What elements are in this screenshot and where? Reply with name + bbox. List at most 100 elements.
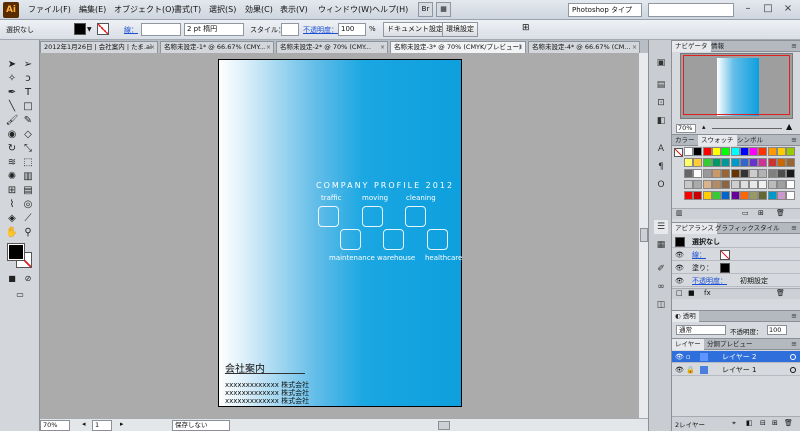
swatch[interactable] bbox=[758, 180, 768, 189]
status-select[interactable]: 保存しない bbox=[172, 420, 230, 431]
tab-graphic-styles[interactable]: グラフィックスタイル bbox=[712, 223, 783, 234]
navigator-panel-icon[interactable]: ▣ bbox=[654, 56, 668, 70]
appearance-stroke-swatch[interactable] bbox=[720, 250, 730, 260]
rotate-tool-icon[interactable]: ↻ bbox=[4, 142, 20, 156]
service-box[interactable] bbox=[340, 229, 361, 250]
swatch-none[interactable] bbox=[674, 148, 683, 157]
swatch[interactable] bbox=[702, 180, 712, 189]
stroke-label[interactable]: 線： bbox=[124, 25, 138, 35]
zoom-out-icon[interactable]: ▴ bbox=[702, 123, 706, 131]
fill-color[interactable] bbox=[74, 23, 86, 35]
swatch[interactable] bbox=[684, 191, 693, 200]
swatch[interactable] bbox=[786, 158, 796, 167]
opentype-panel-icon[interactable]: O bbox=[654, 178, 668, 192]
blend-mode-select[interactable]: 通常 bbox=[676, 325, 726, 335]
color-mode-icon[interactable]: ■ bbox=[4, 272, 20, 286]
layer-target-icon[interactable] bbox=[790, 354, 796, 360]
transparency-opacity-input[interactable]: 100 bbox=[767, 325, 787, 335]
swatch[interactable] bbox=[767, 147, 777, 156]
swatch[interactable] bbox=[702, 169, 712, 178]
swatch[interactable] bbox=[777, 180, 786, 189]
direct-selection-tool-icon[interactable]: ➢ bbox=[20, 58, 36, 72]
tab-document-1[interactable]: 2012年1月26日 | 会社案内 | たま.ai × bbox=[40, 41, 158, 53]
chevron-down-icon[interactable]: ▼ bbox=[87, 26, 92, 33]
close-button[interactable]: × bbox=[778, 1, 798, 17]
swatch[interactable] bbox=[711, 169, 721, 178]
swatch[interactable] bbox=[721, 158, 731, 167]
tab-separations-preview[interactable]: 分銅プレビュー bbox=[704, 339, 756, 350]
menu-effect[interactable]: 効果(C) bbox=[245, 4, 273, 15]
service-label-warehouse[interactable]: warehouse bbox=[377, 254, 415, 262]
panel-menu-icon[interactable]: ≡ bbox=[791, 223, 797, 234]
tab-symbols[interactable]: シンボル bbox=[734, 135, 766, 146]
eraser-tool-icon[interactable]: ◇ bbox=[20, 128, 36, 142]
swatch[interactable] bbox=[777, 147, 786, 156]
horizontal-scroll-thumb[interactable] bbox=[438, 421, 450, 430]
swatch[interactable] bbox=[739, 147, 749, 156]
swatch[interactable] bbox=[739, 180, 749, 189]
company-line[interactable]: xxxxxxxxxxxxx 株式会社 bbox=[225, 396, 309, 406]
swatch[interactable] bbox=[711, 180, 721, 189]
opacity-label[interactable]: 不透明度： bbox=[303, 25, 338, 35]
workspace-switcher[interactable]: Photoshop タイプ bbox=[568, 3, 642, 17]
lasso-tool-icon[interactable]: ↄ bbox=[20, 72, 36, 86]
swatch[interactable] bbox=[749, 147, 759, 156]
close-icon[interactable]: × bbox=[632, 42, 637, 53]
swatch[interactable] bbox=[730, 191, 740, 200]
vertical-scrollbar[interactable] bbox=[638, 53, 648, 418]
tab-color[interactable]: カラー bbox=[672, 135, 698, 146]
layer-target-icon[interactable] bbox=[790, 367, 796, 373]
swatch[interactable] bbox=[749, 180, 759, 189]
swatch[interactable] bbox=[702, 147, 712, 156]
lock-toggle-icon[interactable]: ▫ bbox=[686, 351, 691, 363]
tab-document-4[interactable]: 名称未設定-3* @ 70% (CMYK/プレビュー) × bbox=[390, 41, 526, 53]
swatch[interactable] bbox=[730, 147, 740, 156]
brushes-panel-icon[interactable]: ✐ bbox=[654, 262, 668, 276]
swatch[interactable] bbox=[684, 147, 693, 156]
eye-icon[interactable]: 👁 bbox=[675, 351, 684, 363]
service-label-traffic[interactable]: traffic bbox=[321, 194, 342, 202]
folder-icon[interactable]: ▭ bbox=[742, 209, 749, 217]
eye-icon[interactable]: 👁 bbox=[675, 364, 684, 376]
trash-icon[interactable]: 🗑 bbox=[776, 289, 785, 297]
swatch[interactable] bbox=[693, 169, 703, 178]
swatch[interactable] bbox=[702, 191, 712, 200]
swatch[interactable] bbox=[702, 158, 712, 167]
add-effect-icon[interactable]: fx bbox=[704, 289, 711, 297]
swatch[interactable] bbox=[758, 191, 768, 200]
swatch[interactable] bbox=[767, 191, 777, 200]
appearance-fill-row[interactable]: 👁 塗り： bbox=[672, 262, 800, 274]
menu-file[interactable]: ファイル(F) bbox=[28, 4, 71, 15]
swatch[interactable] bbox=[711, 158, 721, 167]
navigator-preview[interactable] bbox=[680, 53, 793, 119]
close-icon[interactable]: × bbox=[150, 42, 155, 53]
menu-window[interactable]: ウィンドウ(W) bbox=[318, 4, 372, 15]
document-setup-button[interactable]: ドキュメント設定 bbox=[383, 22, 447, 37]
preferences-button[interactable]: 環境設定 bbox=[442, 22, 478, 37]
tab-transparency[interactable]: ◐ 透明 bbox=[672, 311, 699, 322]
trash-icon[interactable]: 🗑 bbox=[784, 419, 793, 427]
swatch[interactable] bbox=[684, 180, 693, 189]
appearance-opacity-row[interactable]: 👁 不透明度： 初期設定 bbox=[672, 275, 800, 287]
mesh-tool-icon[interactable]: ⊞ bbox=[4, 184, 20, 198]
panel-menu-icon[interactable]: ≡ bbox=[791, 311, 797, 322]
tab-layers[interactable]: レイヤー bbox=[672, 339, 704, 350]
swatch[interactable] bbox=[777, 158, 786, 167]
blob-brush-tool-icon[interactable]: ◉ bbox=[4, 128, 20, 142]
eye-icon[interactable]: 👁 bbox=[675, 249, 684, 261]
selection-tool-icon[interactable]: ➤ bbox=[4, 58, 20, 72]
swatch[interactable] bbox=[721, 180, 731, 189]
magic-wand-tool-icon[interactable]: ✧ bbox=[4, 72, 20, 86]
swatch[interactable] bbox=[730, 169, 740, 178]
style-select[interactable] bbox=[281, 23, 299, 36]
menu-object[interactable]: オブジェクト(O) bbox=[114, 4, 175, 15]
service-label-cleaning[interactable]: cleaning bbox=[406, 194, 436, 202]
menu-view[interactable]: 表示(V) bbox=[280, 4, 308, 15]
swatch[interactable] bbox=[749, 169, 759, 178]
swatch[interactable] bbox=[777, 191, 786, 200]
arrange-button[interactable]: ▦ bbox=[436, 2, 451, 17]
tab-document-5[interactable]: 名称未設定-4* @ 66.67% (CM... × bbox=[528, 41, 640, 53]
swatch[interactable] bbox=[739, 191, 749, 200]
new-sublayer-icon[interactable]: ⊟ bbox=[760, 419, 766, 427]
swatch[interactable] bbox=[693, 180, 703, 189]
